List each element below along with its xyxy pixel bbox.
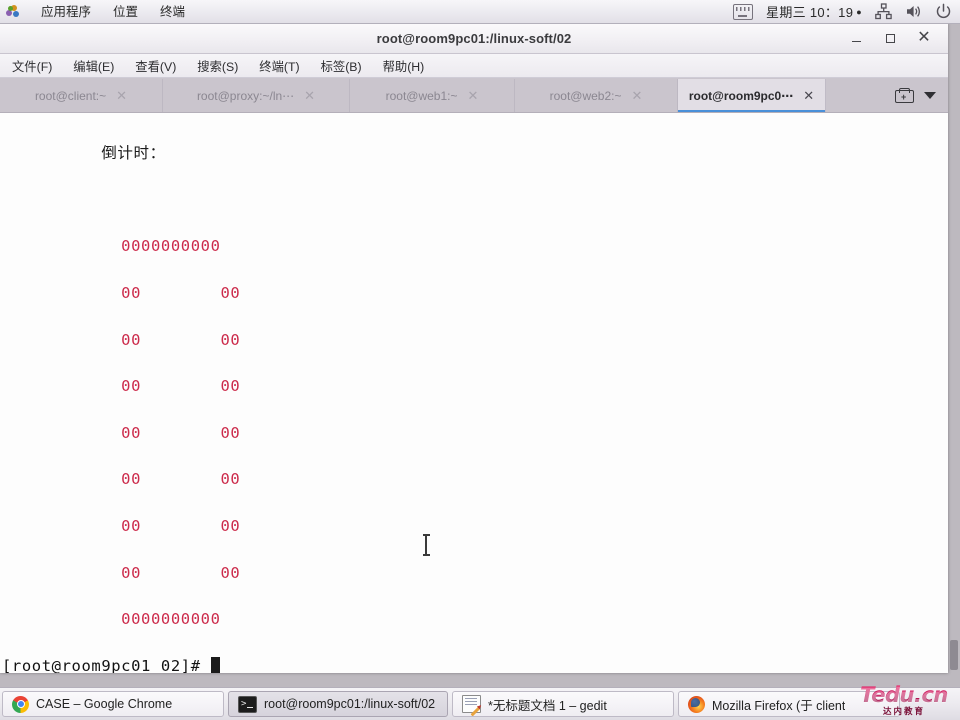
panel-menu-terminal[interactable]: 终端 bbox=[157, 3, 188, 21]
tedu-watermark: Tedu.cn 达内教育 bbox=[848, 683, 960, 719]
shell-prompt: [root@room9pc01 02]# bbox=[2, 656, 211, 673]
terminal-icon bbox=[238, 695, 257, 713]
tab-label: root@proxy:~/ln⋯ bbox=[196, 88, 295, 103]
new-tab-icon[interactable]: + bbox=[895, 88, 914, 103]
tab-close-icon[interactable]: ✕ bbox=[467, 89, 478, 102]
panel-clock[interactable]: 星期三 10：19 ● bbox=[766, 2, 862, 21]
desktop-right-strip bbox=[948, 23, 960, 673]
volume-icon[interactable] bbox=[905, 3, 922, 20]
ascii-art-row: 00 00 bbox=[2, 330, 241, 349]
panel-menu-applications[interactable]: 应用程序 bbox=[38, 3, 94, 21]
terminal-menubar: 文件(F) 编辑(E) 查看(V) 搜索(S) 终端(T) 标签(B) 帮助(H… bbox=[0, 54, 948, 78]
gedit-icon bbox=[462, 695, 481, 716]
power-icon[interactable] bbox=[935, 3, 952, 20]
terminal-heading: 倒计时： bbox=[2, 144, 166, 163]
terminal-window: root@room9pc01:/linux-soft/02 ✕ 文件(F) 编辑… bbox=[0, 23, 948, 673]
taskbar-item-label: CASE – Google Chrome bbox=[36, 697, 173, 711]
tab-close-icon[interactable]: ✕ bbox=[803, 89, 814, 102]
tab-web2[interactable]: root@web2:~ ✕ bbox=[515, 79, 678, 112]
ascii-art-row: 00 00 bbox=[2, 284, 241, 303]
taskbar-item-label: Mozilla Firefox (于 client bbox=[712, 698, 846, 713]
terminal-output: 倒计时： 0000000000 00 00 00 00 00 00 00 00 … bbox=[0, 113, 240, 673]
tab-room9pc01[interactable]: root@room9pc0⋯ ✕ bbox=[678, 79, 826, 112]
tab-close-icon[interactable]: ✕ bbox=[304, 89, 315, 102]
ascii-art-row: 00 00 bbox=[2, 470, 241, 489]
chrome-icon bbox=[12, 695, 29, 713]
clock-text: 星期三 10：19 bbox=[766, 5, 854, 20]
taskbar-item-label: root@room9pc01:/linux-soft/02 bbox=[264, 697, 436, 711]
ascii-art-row: 00 00 bbox=[2, 517, 241, 536]
minimize-button[interactable] bbox=[849, 31, 863, 45]
applications-icon[interactable] bbox=[6, 4, 20, 19]
tab-label: root@client:~ bbox=[34, 88, 107, 103]
window-controls: ✕ bbox=[849, 30, 948, 46]
taskbar-item-label: *无标题文档 1 – gedit bbox=[488, 698, 607, 713]
watermark-subtitle: 达内教育 bbox=[882, 706, 925, 716]
i-beam-cursor bbox=[423, 534, 430, 556]
tab-label: root@room9pc0⋯ bbox=[688, 88, 794, 103]
clock-dot: ● bbox=[856, 7, 862, 17]
panel-status-area: 星期三 10：19 ● bbox=[733, 2, 960, 21]
menu-help[interactable]: 帮助(H) bbox=[379, 55, 429, 77]
taskbar-item-gedit[interactable]: *无标题文档 1 – gedit bbox=[452, 691, 674, 717]
terminal-content[interactable]: 倒计时： 0000000000 00 00 00 00 00 00 00 00 … bbox=[0, 113, 948, 673]
tab-label: root@web2:~ bbox=[549, 88, 622, 103]
desktop-scrollbar[interactable] bbox=[950, 640, 958, 670]
close-button[interactable]: ✕ bbox=[917, 30, 931, 46]
watermark-title: Tedu.cn bbox=[860, 683, 948, 707]
ascii-art-row: 0000000000 bbox=[2, 237, 221, 256]
window-title: root@room9pc01:/linux-soft/02 bbox=[376, 30, 572, 46]
tab-close-icon[interactable]: ✕ bbox=[631, 89, 642, 102]
taskbar-item-terminal[interactable]: root@room9pc01:/linux-soft/02 bbox=[228, 691, 448, 717]
menu-view[interactable]: 查看(V) bbox=[131, 55, 180, 77]
tab-web1[interactable]: root@web1:~ ✕ bbox=[350, 79, 515, 112]
firefox-icon bbox=[688, 695, 705, 713]
ascii-art-row: 0000000000 bbox=[2, 610, 221, 629]
menu-tabs[interactable]: 标签(B) bbox=[317, 55, 366, 77]
tab-proxy[interactable]: root@proxy:~/ln⋯ ✕ bbox=[163, 79, 350, 112]
keyboard-icon[interactable] bbox=[733, 3, 754, 20]
desktop-screen: 应用程序 位置 终端 星期三 10：19 ● root@room9pc01:/l… bbox=[0, 0, 960, 720]
menu-edit[interactable]: 编辑(E) bbox=[69, 55, 118, 77]
maximize-button[interactable] bbox=[883, 31, 897, 45]
menu-file[interactable]: 文件(F) bbox=[8, 55, 56, 77]
taskbar-item-chrome[interactable]: CASE – Google Chrome bbox=[2, 691, 224, 717]
tabbar-tools: + bbox=[881, 79, 948, 112]
tab-close-icon[interactable]: ✕ bbox=[116, 89, 127, 102]
panel-menu-group: 应用程序 位置 终端 bbox=[0, 3, 188, 21]
window-titlebar[interactable]: root@room9pc01:/linux-soft/02 ✕ bbox=[0, 23, 948, 54]
top-panel: 应用程序 位置 终端 星期三 10：19 ● bbox=[0, 0, 960, 24]
menu-search[interactable]: 搜索(S) bbox=[193, 55, 242, 77]
chevron-down-icon[interactable] bbox=[924, 92, 936, 99]
menu-terminal[interactable]: 终端(T) bbox=[255, 55, 303, 77]
tab-client[interactable]: root@client:~ ✕ bbox=[0, 79, 163, 112]
ascii-art-row: 00 00 bbox=[2, 377, 241, 396]
text-cursor bbox=[210, 656, 220, 673]
ascii-art-row: 00 00 bbox=[2, 563, 241, 582]
network-icon[interactable] bbox=[875, 3, 892, 20]
terminal-tabbar: root@client:~ ✕ root@proxy:~/ln⋯ ✕ root@… bbox=[0, 78, 948, 113]
ascii-art-row: 00 00 bbox=[2, 423, 241, 442]
panel-menu-places[interactable]: 位置 bbox=[110, 3, 141, 21]
tab-label: root@web1:~ bbox=[385, 88, 458, 103]
bottom-taskbar: CASE – Google Chrome root@room9pc01:/lin… bbox=[0, 687, 960, 720]
terminal-prompt-line: [root@room9pc01 02]# bbox=[2, 655, 240, 673]
